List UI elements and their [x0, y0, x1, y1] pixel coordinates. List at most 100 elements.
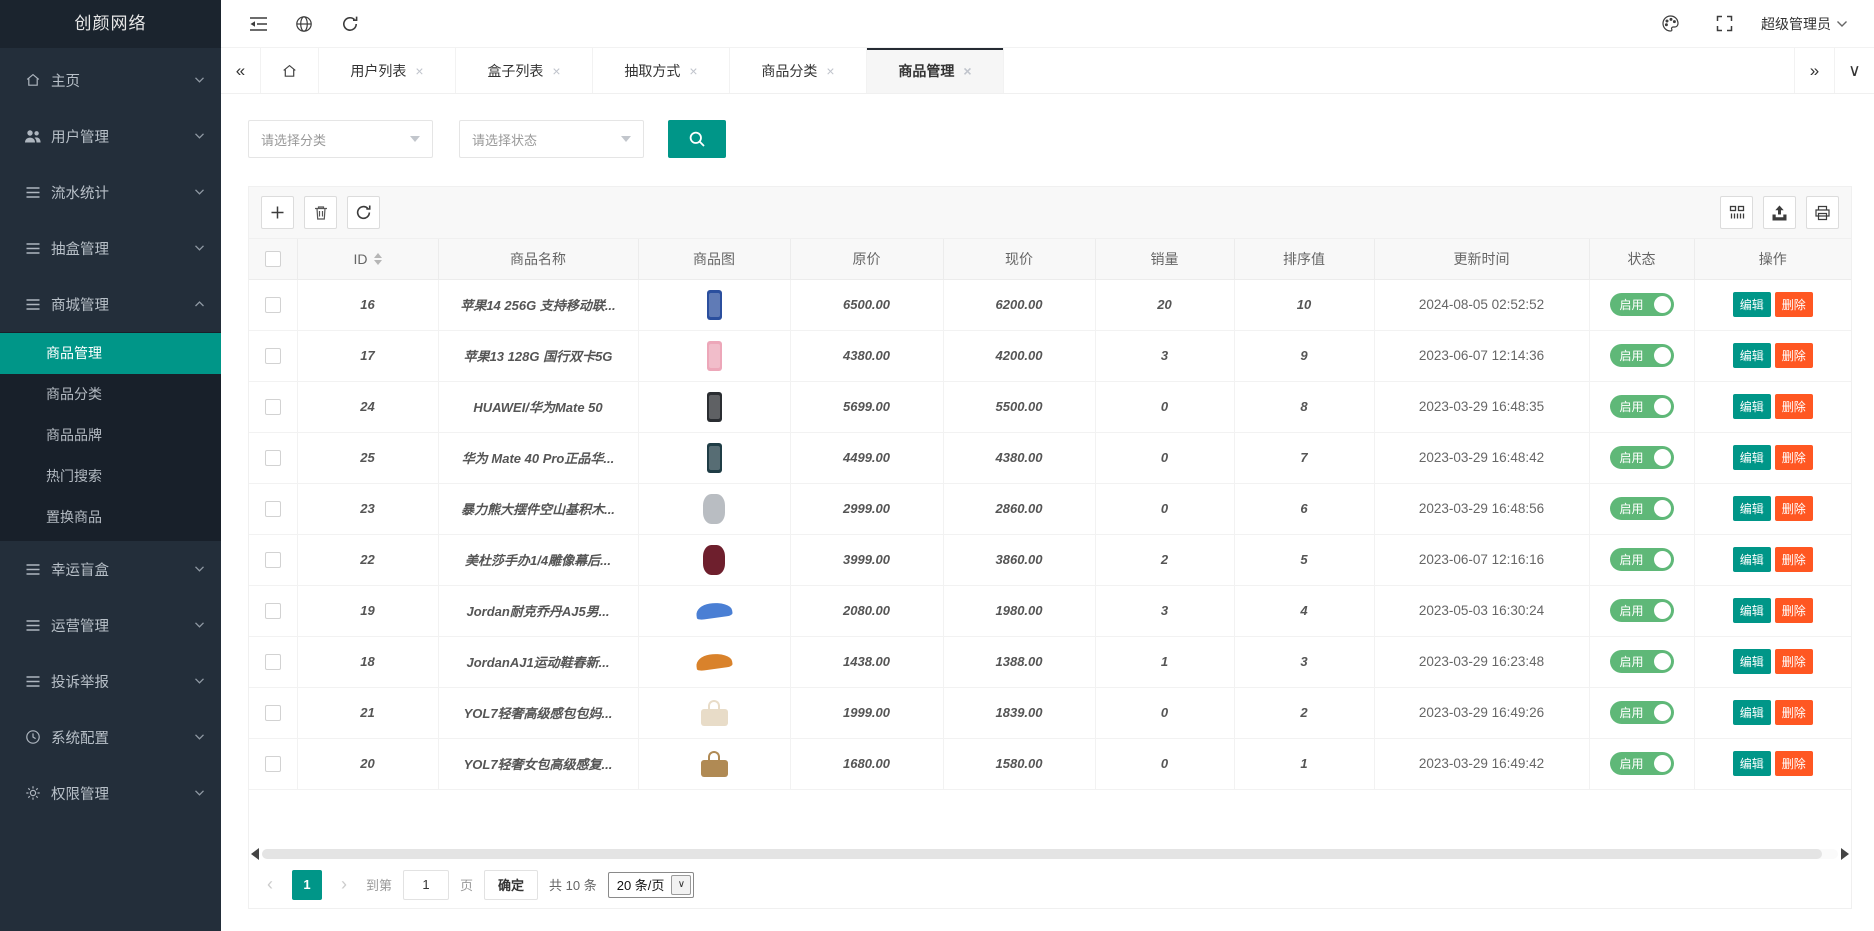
globe-icon[interactable]	[281, 0, 327, 48]
close-icon[interactable]: ×	[552, 63, 560, 79]
print-button[interactable]	[1806, 196, 1839, 229]
row-checkbox[interactable]	[265, 705, 281, 721]
row-checkbox[interactable]	[265, 603, 281, 619]
edit-button[interactable]: 编辑	[1733, 598, 1771, 623]
sidebar-item-flow-stats[interactable]: 流水统计	[0, 164, 221, 220]
category-select[interactable]: 请选择分类	[248, 120, 433, 158]
current-page-button[interactable]: 1	[292, 870, 322, 900]
edit-button[interactable]: 编辑	[1733, 547, 1771, 572]
fullscreen-icon[interactable]	[1701, 0, 1747, 48]
status-select[interactable]: 请选择状态	[459, 120, 644, 158]
sidebar-item-home[interactable]: 主页	[0, 52, 221, 108]
refresh-table-button[interactable]	[347, 196, 380, 229]
row-checkbox[interactable]	[265, 450, 281, 466]
status-toggle[interactable]: 启用	[1610, 701, 1674, 724]
export-button[interactable]	[1763, 196, 1796, 229]
sidebar-item-complaint-report[interactable]: 投诉举报	[0, 653, 221, 709]
sidebar-item-mall-manage[interactable]: 商城管理	[0, 276, 221, 332]
collapse-menu-icon[interactable]	[235, 0, 281, 48]
tabs-scroll-right-icon[interactable]: »	[1794, 48, 1834, 93]
sidebar-item-hot-search[interactable]: 热门搜索	[0, 456, 221, 497]
row-checkbox[interactable]	[265, 654, 281, 670]
sidebar-item-goods-category[interactable]: 商品分类	[0, 374, 221, 415]
row-checkbox[interactable]	[265, 501, 281, 517]
column-header-id[interactable]: ID	[297, 239, 438, 279]
sidebar-item-goods-manage[interactable]: 商品管理	[0, 333, 221, 374]
edit-button[interactable]: 编辑	[1733, 394, 1771, 419]
add-button[interactable]	[261, 196, 294, 229]
scroll-right-arrow-icon[interactable]	[1841, 848, 1849, 860]
delete-selected-button[interactable]	[304, 196, 337, 229]
scroll-left-arrow-icon[interactable]	[251, 848, 259, 860]
sidebar-item-operation-manage[interactable]: 运营管理	[0, 597, 221, 653]
edit-button[interactable]: 编辑	[1733, 343, 1771, 368]
per-page-select[interactable]: 20 条/页 ∨	[608, 872, 695, 898]
user-dropdown[interactable]: 超级管理员	[1755, 14, 1854, 34]
scrollbar-thumb[interactable]	[262, 849, 1822, 859]
delete-button[interactable]: 删除	[1775, 598, 1813, 623]
status-toggle[interactable]: 启用	[1610, 497, 1674, 520]
sidebar-item-permission-manage[interactable]: 权限管理	[0, 765, 221, 821]
tabs-scroll-left-icon[interactable]: «	[221, 48, 261, 93]
cell-name: JordanAJ1运动鞋春新...	[438, 636, 638, 687]
delete-button[interactable]: 删除	[1775, 292, 1813, 317]
row-checkbox[interactable]	[265, 297, 281, 313]
delete-button[interactable]: 删除	[1775, 751, 1813, 776]
edit-button[interactable]: 编辑	[1733, 292, 1771, 317]
status-toggle[interactable]: 启用	[1610, 446, 1674, 469]
goto-page-input[interactable]	[403, 870, 449, 900]
delete-button[interactable]: 删除	[1775, 700, 1813, 725]
tab-goods-manage[interactable]: 商品管理×	[867, 48, 1004, 93]
delete-button[interactable]: 删除	[1775, 394, 1813, 419]
row-checkbox[interactable]	[265, 399, 281, 415]
search-button[interactable]	[668, 120, 726, 158]
delete-button[interactable]: 删除	[1775, 649, 1813, 674]
tab-draw-mode[interactable]: 抽取方式×	[593, 48, 730, 93]
row-checkbox[interactable]	[265, 756, 281, 772]
status-toggle[interactable]: 启用	[1610, 650, 1674, 673]
tab-user-list[interactable]: 用户列表×	[319, 48, 456, 93]
delete-button[interactable]: 删除	[1775, 445, 1813, 470]
sidebar-item-goods-brand[interactable]: 商品品牌	[0, 415, 221, 456]
close-icon[interactable]: ×	[826, 63, 834, 79]
sort-icon[interactable]	[374, 253, 382, 265]
next-page-icon[interactable]: ›	[333, 874, 355, 895]
sidebar-item-user-manage[interactable]: 用户管理	[0, 108, 221, 164]
scrollbar-track[interactable]	[262, 849, 1838, 859]
columns-filter-button[interactable]	[1720, 196, 1753, 229]
refresh-icon[interactable]	[327, 0, 373, 48]
sidebar-item-system-config[interactable]: 系统配置	[0, 709, 221, 765]
home-tab[interactable]	[261, 48, 319, 93]
edit-button[interactable]: 编辑	[1733, 649, 1771, 674]
goto-confirm-button[interactable]: 确定	[484, 870, 538, 900]
row-checkbox[interactable]	[265, 552, 281, 568]
delete-button[interactable]: 删除	[1775, 496, 1813, 521]
status-toggle[interactable]: 启用	[1610, 395, 1674, 418]
status-toggle[interactable]: 启用	[1610, 344, 1674, 367]
tab-goods-category[interactable]: 商品分类×	[730, 48, 867, 93]
sidebar-item-box-manage[interactable]: 抽盒管理	[0, 220, 221, 276]
prev-page-icon[interactable]: ‹	[259, 874, 281, 895]
palette-icon[interactable]	[1647, 0, 1693, 48]
status-toggle[interactable]: 启用	[1610, 752, 1674, 775]
edit-button[interactable]: 编辑	[1733, 445, 1771, 470]
edit-button[interactable]: 编辑	[1733, 751, 1771, 776]
row-checkbox[interactable]	[265, 348, 281, 364]
status-toggle[interactable]: 启用	[1610, 548, 1674, 571]
close-icon[interactable]: ×	[415, 63, 423, 79]
edit-button[interactable]: 编辑	[1733, 700, 1771, 725]
cell-actions: 编辑删除	[1694, 687, 1851, 738]
tabs-menu-icon[interactable]: ∨	[1834, 48, 1874, 93]
status-toggle[interactable]: 启用	[1610, 599, 1674, 622]
cell-id: 17	[297, 330, 438, 381]
close-icon[interactable]: ×	[689, 63, 697, 79]
status-toggle[interactable]: 启用	[1610, 293, 1674, 316]
sidebar-item-lucky-box[interactable]: 幸运盲盒	[0, 541, 221, 597]
delete-button[interactable]: 删除	[1775, 547, 1813, 572]
delete-button[interactable]: 删除	[1775, 343, 1813, 368]
close-icon[interactable]: ×	[963, 63, 971, 79]
sidebar-item-exchange-goods[interactable]: 置换商品	[0, 497, 221, 538]
tab-box-list[interactable]: 盒子列表×	[456, 48, 593, 93]
select-all-checkbox[interactable]	[265, 251, 281, 267]
edit-button[interactable]: 编辑	[1733, 496, 1771, 521]
